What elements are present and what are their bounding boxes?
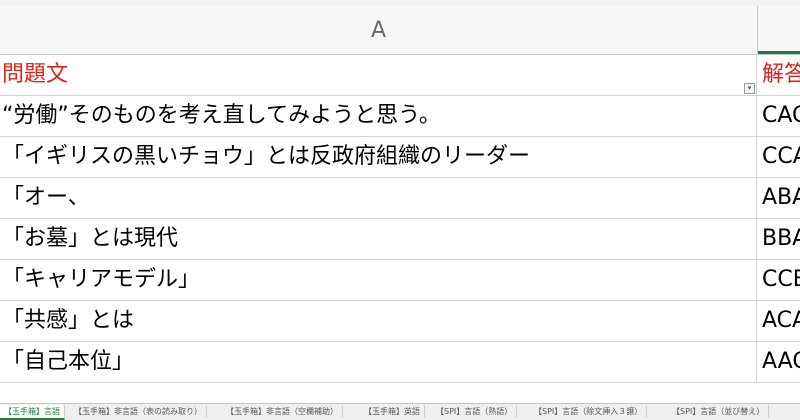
sheet-tab[interactable]: 【SPI】言語（並び替え） — [668, 405, 770, 418]
cell-b[interactable]: CCA — [757, 137, 800, 178]
table-row: “労働”そのものを考え直してみようと思う。 CAC — [0, 96, 800, 137]
sheet-tab[interactable]: 【玉手箱】英語 — [360, 405, 425, 418]
column-header-a[interactable]: A — [0, 6, 758, 54]
sheet-tab-bar: 【玉手箱】言語 【玉手箱】非言語（表の読み取り） 【玉手箱】非言語（空欄補助） … — [0, 403, 800, 420]
sheet-tab[interactable]: 【玉手箱】非言語（表の読み取り） — [70, 405, 207, 418]
sheet-tab[interactable]: 【玉手箱】非言語（空欄補助） — [222, 405, 343, 418]
cell-a[interactable]: 「キャリアモデル」 — [0, 260, 757, 301]
spreadsheet-grid: 問題文 ▾ 解答 “労働”そのものを考え直してみようと思う。 CAC 「イギリス… — [0, 55, 800, 383]
table-row: 「自己本位」 AAC — [0, 342, 800, 383]
table-row: 「キャリアモデル」 CCB — [0, 260, 800, 301]
table-row: 「お墓」とは現代 BBA — [0, 219, 800, 260]
table-row: 「イギリスの黒いチョウ」とは反政府組織のリーダー CCA — [0, 137, 800, 178]
cell-a1[interactable]: 問題文 — [0, 55, 757, 96]
filter-dropdown-icon[interactable]: ▾ — [744, 83, 755, 94]
cell-a[interactable]: 「お墓」とは現代 — [0, 219, 757, 260]
header-row: 問題文 ▾ 解答 — [0, 55, 800, 96]
cell-b[interactable]: AAC — [757, 342, 800, 383]
cell-a[interactable]: 「イギリスの黒いチョウ」とは反政府組織のリーダー — [0, 137, 757, 178]
cell-a[interactable]: “労働”そのものを考え直してみようと思う。 — [0, 96, 757, 137]
sheet-tab[interactable]: 【玉手箱】言語 — [0, 405, 65, 420]
cell-a[interactable]: 「共感」とは — [0, 301, 757, 342]
cell-b1[interactable]: 解答 — [757, 55, 800, 96]
cell-b[interactable]: ABA — [757, 178, 800, 219]
cell-b[interactable]: CAC — [757, 96, 800, 137]
column-header-row: A — [0, 6, 800, 55]
sheet-tab[interactable]: 【SPI】言語（除文挿入３譲） — [530, 405, 648, 418]
column-header-b[interactable] — [758, 6, 800, 54]
cell-b[interactable]: CCB — [757, 260, 800, 301]
cell-a[interactable]: 「自己本位」 — [0, 342, 757, 383]
sheet-tab[interactable]: 【SPI】言語（熟語） — [432, 405, 518, 418]
cell-b[interactable]: ACA — [757, 301, 800, 342]
table-row: 「オー、 ABA — [0, 178, 800, 219]
cell-a[interactable]: 「オー、 — [0, 178, 757, 219]
table-row: 「共感」とは ACA — [0, 301, 800, 342]
cell-b[interactable]: BBA — [757, 219, 800, 260]
